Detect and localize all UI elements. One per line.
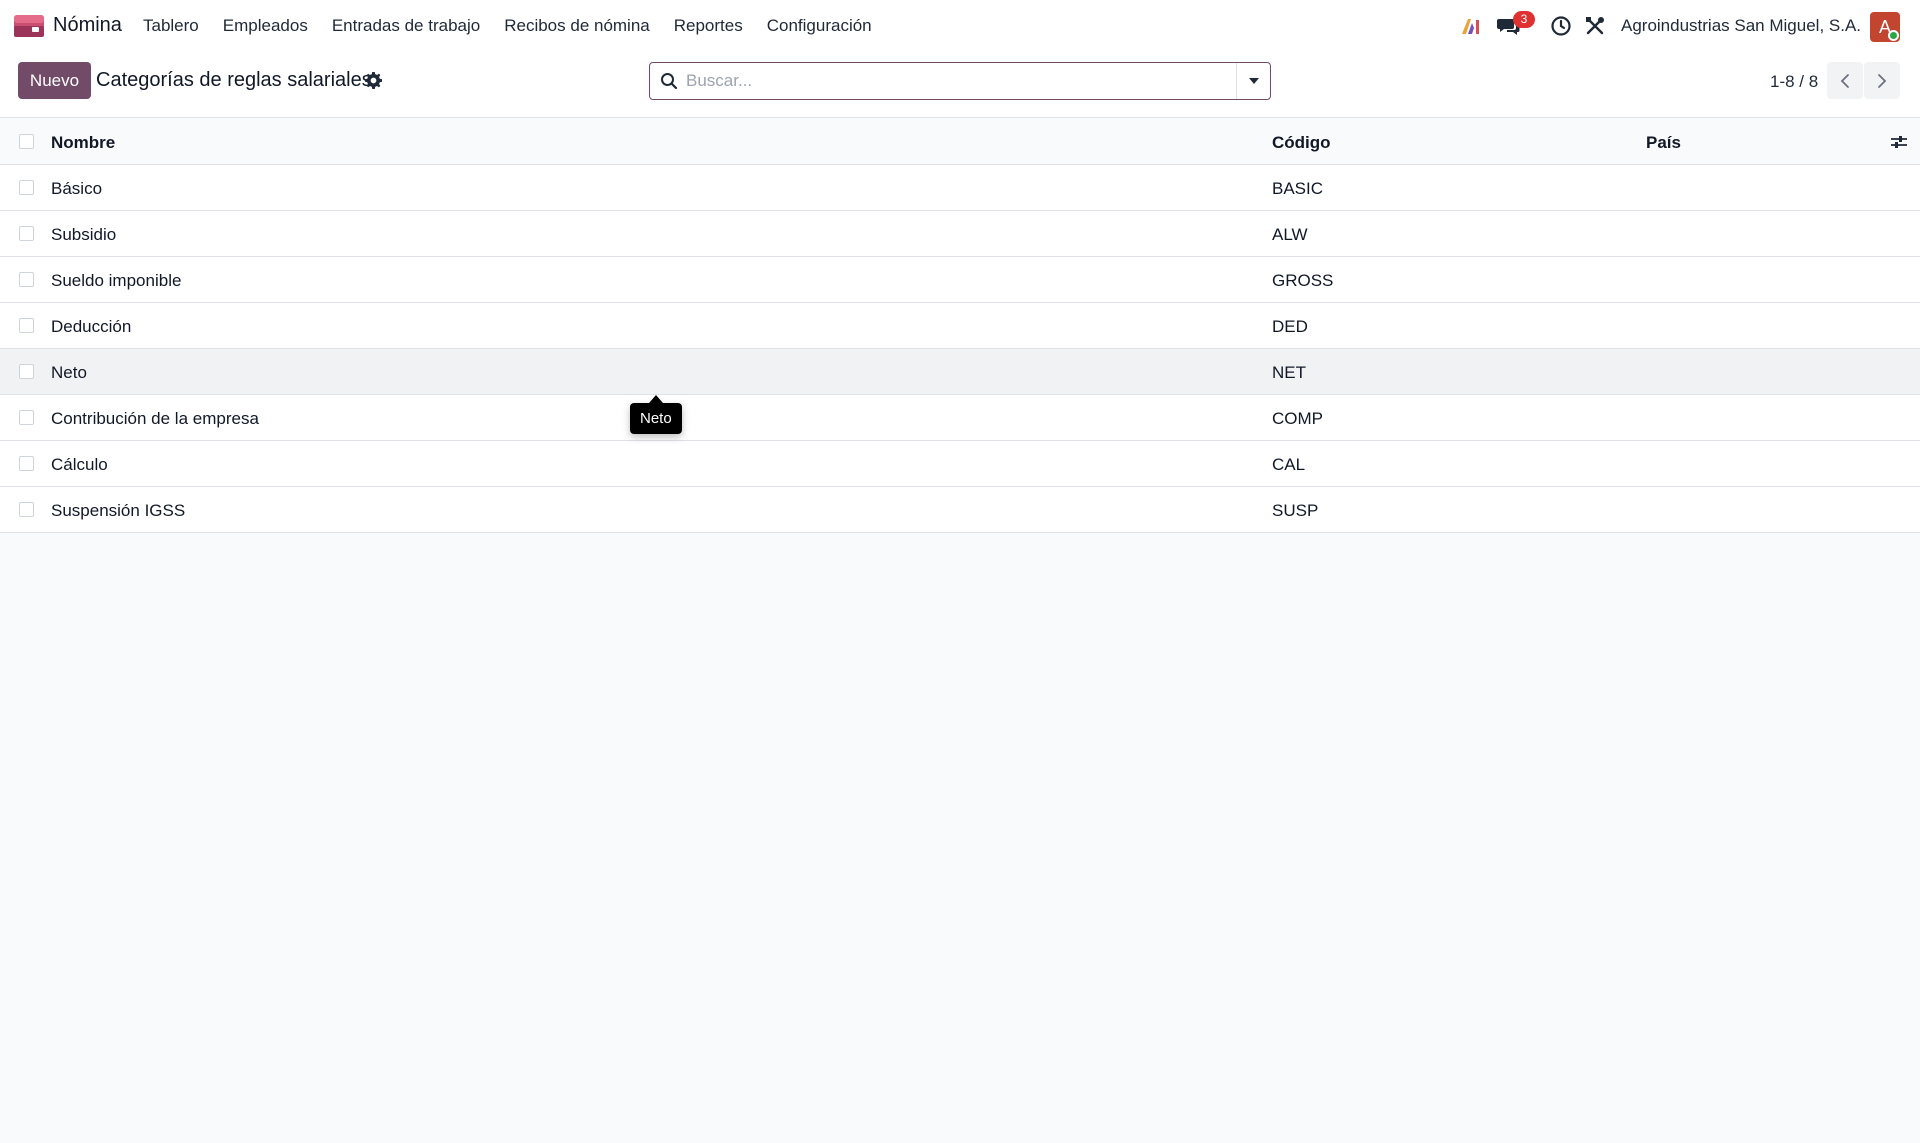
row-checkbox[interactable] <box>19 502 34 517</box>
table-row[interactable]: Subsidio ALW <box>0 211 1920 257</box>
cell-codigo: COMP <box>1272 409 1323 428</box>
cell-codigo: SUSP <box>1272 501 1319 520</box>
row-checkbox[interactable] <box>19 318 34 333</box>
table-row[interactable]: Cálculo CAL <box>0 441 1920 487</box>
clock-icon[interactable] <box>1549 14 1573 38</box>
cell-nombre: Neto <box>51 363 87 382</box>
cell-nombre: Sueldo imponible <box>51 271 182 290</box>
cell-codigo: ALW <box>1272 225 1308 244</box>
row-checkbox[interactable] <box>19 226 34 241</box>
row-checkbox[interactable] <box>19 272 34 287</box>
menu-item-reportes[interactable]: Reportes <box>674 16 743 36</box>
header-pais[interactable]: País <box>1646 133 1681 153</box>
tooltip: Neto <box>630 403 682 434</box>
pager-previous-button[interactable] <box>1827 62 1863 99</box>
pager-next-button[interactable] <box>1864 62 1900 99</box>
table-row[interactable]: Deducción DED <box>0 303 1920 349</box>
company-switcher[interactable]: Agroindustrias San Miguel, S.A. <box>1621 16 1861 36</box>
cell-codigo: BASIC <box>1272 179 1324 198</box>
menu-item-entradas-de-trabajo[interactable]: Entradas de trabajo <box>332 16 480 36</box>
table-row[interactable]: Suspensión IGSS SUSP <box>0 487 1920 533</box>
cell-nombre: Deducción <box>51 317 132 336</box>
header-codigo[interactable]: Código <box>1272 133 1331 153</box>
search-input[interactable] <box>686 63 1226 99</box>
messages-badge: 3 <box>1513 11 1535 28</box>
cell-codigo: GROSS <box>1272 271 1334 290</box>
cell-nombre: Contribución de la empresa <box>51 409 259 428</box>
cell-codigo: DED <box>1272 317 1308 336</box>
cell-nombre: Suspensión IGSS <box>51 501 186 520</box>
menu-item-tablero[interactable]: Tablero <box>143 16 199 36</box>
caret-down-icon <box>1248 78 1259 84</box>
row-checkbox[interactable] <box>19 180 34 195</box>
menu-item-recibos-de-nomina[interactable]: Recibos de nómina <box>504 16 650 36</box>
app-logo-icon[interactable] <box>14 15 44 37</box>
pager-value[interactable]: 1-8 / 8 <box>1770 72 1818 92</box>
chevron-right-icon <box>1878 73 1887 88</box>
page-title[interactable]: Categorías de reglas salariales <box>96 69 372 92</box>
table-row[interactable]: Sueldo imponible GROSS <box>0 257 1920 303</box>
ai-icon[interactable] <box>1459 14 1483 38</box>
table-row[interactable]: Contribución de la empresa COMP <box>0 395 1920 441</box>
control-panel: Nuevo Categorías de reglas salariales 1-… <box>0 52 1920 118</box>
tooltip-arrow <box>649 395 663 403</box>
table-row[interactable]: Básico BASIC <box>0 165 1920 211</box>
new-button[interactable]: Nuevo <box>18 62 91 99</box>
app-name[interactable]: Nómina <box>53 14 122 37</box>
row-checkbox[interactable] <box>19 364 34 379</box>
search-options-toggle[interactable] <box>1236 63 1270 99</box>
cell-nombre: Básico <box>51 179 103 198</box>
menu-item-empleados[interactable]: Empleados <box>223 16 308 36</box>
cell-codigo: CAL <box>1272 455 1306 474</box>
table-header: Nombre Código País <box>0 119 1920 165</box>
search-icon <box>661 73 678 90</box>
table-row[interactable]: Neto NET <box>0 349 1920 395</box>
list-table: Nombre Código País Básico BASIC Subsidio… <box>0 119 1920 533</box>
tools-icon[interactable] <box>1583 14 1607 38</box>
main-menu: Tablero Empleados Entradas de trabajo Re… <box>143 0 896 52</box>
cell-codigo: NET <box>1272 363 1306 382</box>
menu-item-configuracion[interactable]: Configuración <box>767 16 872 36</box>
row-checkbox[interactable] <box>19 410 34 425</box>
top-navbar: Nómina Tablero Empleados Entradas de tra… <box>0 0 1920 52</box>
select-all-checkbox[interactable] <box>19 134 34 149</box>
row-checkbox[interactable] <box>19 456 34 471</box>
gear-icon[interactable] <box>365 72 382 89</box>
cell-nombre: Subsidio <box>51 225 117 244</box>
cell-nombre: Cálculo <box>51 455 108 474</box>
header-nombre[interactable]: Nombre <box>51 133 115 153</box>
online-status-indicator <box>1888 30 1899 41</box>
search-bar <box>649 62 1271 100</box>
chevron-left-icon <box>1840 73 1849 88</box>
column-options-icon[interactable] <box>1890 134 1908 150</box>
